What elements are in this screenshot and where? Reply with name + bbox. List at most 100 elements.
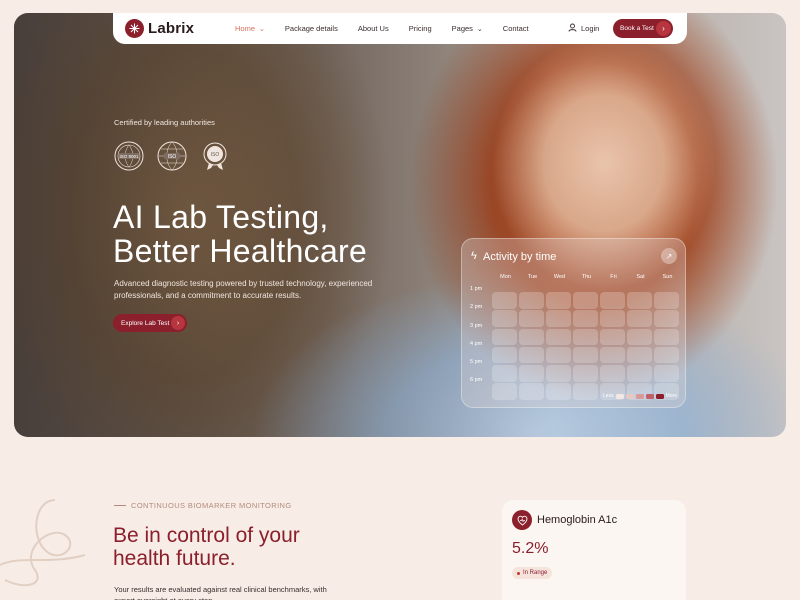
- heatmap-cell[interactable]: [600, 310, 625, 327]
- decorative-swirl-icon: [0, 499, 86, 587]
- nav-link-pages[interactable]: Pages ⌄: [452, 24, 483, 33]
- eyebrow-label: CONTINUOUS BIOMARKER MONITORING: [131, 501, 292, 510]
- status-label: In Range: [523, 570, 548, 576]
- explore-lab-test-label: Explore Lab Test: [121, 319, 170, 327]
- certified-label: Certified by leading authorities: [114, 118, 215, 127]
- heatmap-cell[interactable]: [492, 292, 517, 309]
- heatmap-cell[interactable]: [600, 328, 625, 346]
- status-dot-icon: [517, 571, 520, 575]
- legend-swatch: [645, 393, 654, 399]
- nav-link-contact[interactable]: Contact: [503, 24, 529, 33]
- heatmap-cell[interactable]: [519, 383, 544, 400]
- badge-text: ISO 9001: [119, 154, 139, 159]
- chevron-right-icon: ›: [171, 316, 185, 330]
- user-icon: [568, 23, 577, 34]
- iso-ribbon-badge-icon: ISO: [203, 142, 227, 170]
- activity-legend: Less More: [603, 393, 677, 399]
- legend-swatch: [625, 393, 634, 399]
- heatmap-cell[interactable]: [573, 328, 598, 346]
- heatmap-cell[interactable]: [546, 365, 571, 382]
- heatmap-cell[interactable]: [573, 365, 598, 382]
- day-label: Sat: [636, 274, 645, 280]
- legend-less-label: Less: [603, 393, 614, 399]
- heatmap-cell[interactable]: [654, 346, 679, 364]
- heatmap-cell[interactable]: [627, 365, 652, 382]
- iso-9001-badge-icon: ISO 9001: [114, 141, 144, 171]
- heatmap-cell[interactable]: [627, 292, 652, 309]
- heatmap-cell[interactable]: [546, 346, 571, 364]
- lightning-icon: ϟ: [471, 250, 477, 262]
- heatmap-cell[interactable]: [519, 292, 544, 309]
- certification-badges: ISO 9001 ISO ISO: [114, 141, 230, 171]
- heatmap-cell[interactable]: [627, 310, 652, 327]
- heatmap-cell[interactable]: [546, 310, 571, 327]
- login-link[interactable]: Login: [568, 23, 599, 34]
- heatmap-cell[interactable]: [627, 328, 652, 346]
- legend-swatch: [655, 393, 664, 399]
- metric-value: 5.2%: [512, 540, 549, 557]
- heatmap-cell[interactable]: [519, 328, 544, 346]
- heatmap-cell[interactable]: [573, 310, 598, 327]
- nav-link-package-details[interactable]: Package details: [285, 24, 338, 33]
- hour-label: 6 pm: [470, 377, 483, 384]
- hour-label: 5 pm: [470, 359, 483, 366]
- heatmap-cell[interactable]: [492, 328, 517, 346]
- heatmap-cell[interactable]: [519, 346, 544, 364]
- heatmap-cell[interactable]: [519, 365, 544, 382]
- chevron-down-icon: ⌄: [259, 25, 265, 33]
- status-badge: In Range: [512, 567, 553, 579]
- nav-link-about-us[interactable]: About Us: [358, 24, 389, 33]
- hero-description: Advanced diagnostic testing powered by t…: [114, 279, 373, 300]
- heatmap-cell[interactable]: [573, 346, 598, 364]
- hero-title-line-2: Better Healthcare: [113, 233, 368, 269]
- book-a-test-button[interactable]: Book a Test ›: [613, 19, 673, 38]
- heatmap-cell[interactable]: [627, 346, 652, 364]
- heatmap-cell[interactable]: [654, 292, 679, 309]
- heatmap-cell[interactable]: [546, 328, 571, 346]
- legend-more-label: More: [665, 393, 677, 399]
- activity-day-labels: Mon Tue Wed Thu Fri Sat Sun: [492, 274, 681, 280]
- hour-label: 4 pm: [470, 340, 483, 347]
- heatmap-cell[interactable]: [573, 292, 598, 309]
- brand-name: Labrix: [148, 20, 195, 37]
- heatmap-cell[interactable]: [492, 383, 517, 400]
- nav-links: Home ⌄ Package details About Us Pricing …: [235, 13, 549, 44]
- logo-icon: [125, 19, 144, 38]
- section-description: Your results are evaluated against real …: [114, 585, 327, 600]
- heatmap-cell[interactable]: [546, 292, 571, 309]
- brand-logo[interactable]: Labrix: [125, 19, 194, 38]
- day-label: Mon: [500, 274, 511, 280]
- heatmap-cell[interactable]: [573, 383, 598, 400]
- heatmap-cell[interactable]: [546, 383, 571, 400]
- activity-by-time-card: ϟ Activity by time ↗ Mon Tue Wed Thu Fri…: [461, 238, 686, 408]
- heatmap-cell[interactable]: [600, 346, 625, 364]
- hour-label: 1 pm: [470, 286, 483, 292]
- section-eyebrow: CONTINUOUS BIOMARKER MONITORING: [114, 501, 292, 510]
- eyebrow-divider: [114, 505, 126, 506]
- heatmap-cell[interactable]: [654, 310, 679, 327]
- activity-hour-labels: 1 pm 2 pm 3 pm 4 pm 5 pm 6 pm: [470, 286, 482, 396]
- heatmap-cell[interactable]: [654, 365, 679, 382]
- section-title-line-1: Be in control of your: [113, 524, 300, 547]
- hemoglobin-metric-card: Hemoglobin A1c 5.2% In Range: [502, 500, 686, 600]
- heatmap-cell[interactable]: [492, 310, 517, 327]
- chevron-down-icon: ⌄: [476, 25, 483, 33]
- heatmap-cell[interactable]: [492, 346, 517, 364]
- heatmap-cell[interactable]: [654, 328, 679, 346]
- heatmap-cell[interactable]: [600, 292, 625, 309]
- activity-title: Activity by time: [483, 251, 557, 263]
- heatmap-cell[interactable]: [492, 365, 517, 382]
- expand-arrow-icon[interactable]: ↗: [661, 248, 677, 264]
- hour-label: 3 pm: [470, 322, 483, 329]
- badge-text: ISO: [168, 154, 177, 160]
- login-label: Login: [581, 24, 600, 33]
- nav-link-pricing[interactable]: Pricing: [409, 24, 432, 33]
- nav-link-label: Pages: [451, 24, 473, 33]
- heatmap-cell[interactable]: [519, 310, 544, 327]
- nav-link-home[interactable]: Home ⌄: [235, 24, 265, 33]
- legend-swatch: [615, 393, 624, 399]
- chevron-right-icon: ›: [656, 21, 671, 36]
- heatmap-cell[interactable]: [600, 365, 625, 382]
- metric-title: Hemoglobin A1c: [537, 514, 618, 526]
- explore-lab-test-button[interactable]: Explore Lab Test ›: [113, 314, 187, 332]
